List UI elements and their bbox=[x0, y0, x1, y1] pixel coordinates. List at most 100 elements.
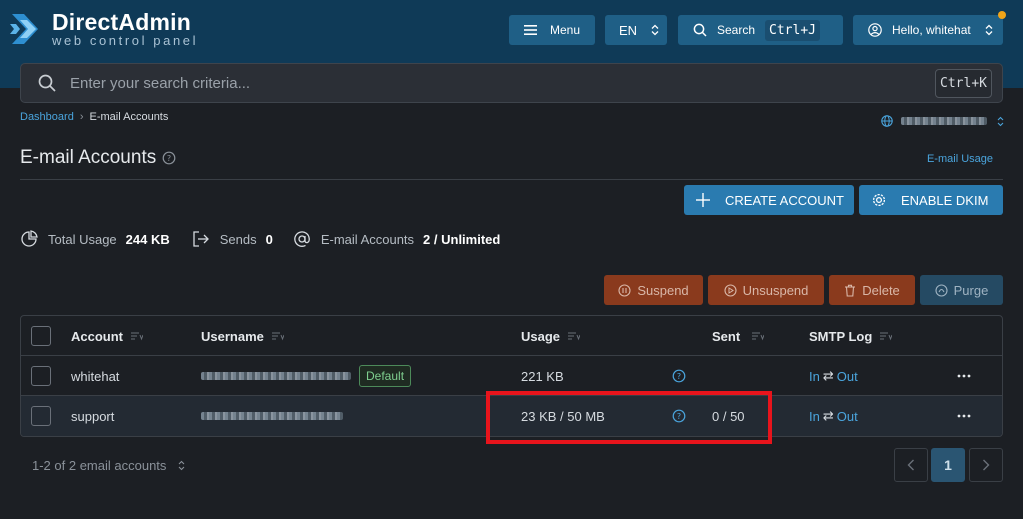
column-sent-label: Sent bbox=[712, 328, 741, 344]
logo-subtitle: web control panel bbox=[52, 33, 199, 48]
swap-arrows-icon: ⇄ bbox=[822, 368, 834, 383]
hamburger-icon bbox=[523, 25, 537, 35]
usage-value: 221 KB bbox=[521, 368, 564, 384]
column-smtp-log-label: SMTP Log bbox=[809, 328, 873, 344]
smtp-out-link[interactable]: Out bbox=[837, 369, 858, 384]
updown-chevron-icon bbox=[985, 24, 993, 36]
page-number-button[interactable]: 1 bbox=[931, 448, 965, 482]
sends-label: Sends bbox=[219, 231, 257, 247]
sort-icon bbox=[131, 332, 143, 341]
title-divider bbox=[20, 179, 1003, 180]
pagination-count: 1-2 of 2 email accounts bbox=[32, 458, 167, 473]
purge-icon bbox=[935, 283, 948, 297]
highlight-annotation-box bbox=[486, 391, 772, 444]
notification-dot bbox=[998, 11, 1006, 19]
create-account-button[interactable]: CREATE ACCOUNT bbox=[684, 185, 854, 215]
smtp-in-link[interactable]: In bbox=[809, 409, 820, 424]
plus-icon bbox=[696, 193, 710, 207]
email-accounts-value: 2 / Unlimited bbox=[423, 231, 501, 247]
smtp-out-link[interactable]: Out bbox=[837, 409, 858, 424]
column-account-label: Account bbox=[71, 328, 123, 344]
smtp-log-links: In ⇄ Out bbox=[809, 396, 858, 436]
smtp-in-link[interactable]: In bbox=[809, 369, 820, 384]
account-name: whitehat bbox=[71, 368, 120, 384]
swap-arrows-icon: ⇄ bbox=[822, 408, 834, 423]
domain-name-redacted bbox=[901, 117, 987, 125]
create-account-label: CREATE ACCOUNT bbox=[725, 192, 844, 208]
send-out-icon bbox=[193, 231, 209, 247]
language-select[interactable]: EN bbox=[605, 15, 667, 45]
unsuspend-button[interactable]: Unsuspend bbox=[708, 275, 824, 305]
svg-text:?: ? bbox=[167, 154, 171, 163]
pagination-summary[interactable]: 1-2 of 2 email accounts bbox=[32, 458, 185, 473]
at-sign-icon bbox=[294, 231, 310, 247]
more-horizontal-icon bbox=[957, 414, 971, 418]
delete-button[interactable]: Delete bbox=[829, 275, 915, 305]
search-icon bbox=[38, 74, 56, 92]
prev-page-button[interactable] bbox=[894, 448, 928, 482]
column-usage-label: Usage bbox=[521, 328, 561, 344]
breadcrumb-dashboard-link[interactable]: Dashboard bbox=[20, 111, 74, 123]
breadcrumb: Dashboard › E-mail Accounts bbox=[20, 111, 168, 123]
trash-icon bbox=[845, 284, 856, 297]
email-usage-link[interactable]: E-mail Usage bbox=[927, 153, 993, 165]
row-actions-menu[interactable] bbox=[957, 396, 971, 436]
total-usage-value: 244 KB bbox=[125, 231, 170, 247]
delete-label: Delete bbox=[862, 282, 900, 298]
default-badge: Default bbox=[359, 365, 412, 387]
logo[interactable]: DirectAdmin web control panel bbox=[10, 10, 198, 48]
language-label: EN bbox=[619, 22, 638, 38]
column-account[interactable]: Account bbox=[71, 316, 143, 356]
updown-chevron-icon bbox=[651, 24, 659, 36]
search-button-label: Search bbox=[717, 23, 756, 37]
unsuspend-label: Unsuspend bbox=[742, 282, 809, 298]
svg-text:?: ? bbox=[677, 372, 681, 381]
smtp-log-links: In ⇄ Out bbox=[809, 356, 858, 396]
updown-chevron-icon bbox=[179, 460, 185, 471]
row-checkbox[interactable] bbox=[31, 366, 51, 386]
enable-dkim-label: ENABLE DKIM bbox=[901, 192, 989, 208]
search-button[interactable]: Search Ctrl+J bbox=[678, 15, 843, 45]
more-horizontal-icon bbox=[957, 374, 971, 378]
row-actions-menu[interactable] bbox=[957, 356, 971, 396]
sends-value: 0 bbox=[265, 231, 273, 247]
global-search-bar[interactable]: Enter your search criteria... Ctrl+K bbox=[20, 63, 1003, 103]
search-input[interactable]: Enter your search criteria... bbox=[70, 75, 250, 92]
page-title: E-mail Accounts ? bbox=[20, 147, 176, 169]
username-redacted bbox=[201, 412, 343, 420]
column-usage[interactable]: Usage bbox=[521, 316, 581, 356]
table-row[interactable]: whitehat Default 221 KB ? In ⇄ Out bbox=[21, 356, 1002, 396]
purge-button[interactable]: Purge bbox=[920, 275, 1003, 305]
suspend-label: Suspend bbox=[637, 282, 689, 298]
updown-chevron-icon bbox=[997, 116, 1004, 126]
search-shortcut: Ctrl+J bbox=[765, 19, 820, 41]
purge-label: Purge bbox=[953, 282, 989, 298]
logo-title: DirectAdmin bbox=[52, 9, 191, 35]
domain-selector[interactable] bbox=[881, 115, 1004, 127]
menu-button[interactable]: Menu bbox=[509, 15, 595, 45]
page-title-text: E-mail Accounts bbox=[20, 147, 157, 168]
column-username[interactable]: Username bbox=[201, 316, 284, 356]
play-circle-icon bbox=[724, 283, 737, 297]
user-icon bbox=[868, 23, 882, 37]
account-stats: Total Usage 244 KB Sends 0 E-mail Accoun… bbox=[20, 230, 500, 248]
sort-icon bbox=[752, 332, 765, 341]
user-menu-button[interactable]: Hello, whitehat bbox=[853, 15, 1003, 45]
pie-chart-icon bbox=[21, 230, 38, 247]
account-name: support bbox=[71, 408, 115, 424]
chevron-right-icon bbox=[983, 459, 990, 471]
column-smtp-log[interactable]: SMTP Log bbox=[809, 316, 893, 356]
enable-dkim-button[interactable]: ENABLE DKIM bbox=[859, 185, 1003, 215]
help-icon[interactable]: ? bbox=[672, 369, 686, 383]
help-icon[interactable]: ? bbox=[162, 151, 176, 165]
column-username-label: Username bbox=[201, 328, 264, 344]
select-all-checkbox[interactable] bbox=[31, 326, 51, 346]
next-page-button[interactable] bbox=[969, 448, 1003, 482]
column-sent[interactable]: Sent bbox=[712, 316, 765, 356]
suspend-button[interactable]: Suspend bbox=[604, 275, 703, 305]
sort-icon bbox=[568, 332, 581, 341]
search-icon bbox=[693, 23, 707, 37]
row-checkbox[interactable] bbox=[31, 406, 51, 426]
gear-icon bbox=[872, 193, 886, 207]
user-greeting: Hello, whitehat bbox=[892, 23, 971, 37]
